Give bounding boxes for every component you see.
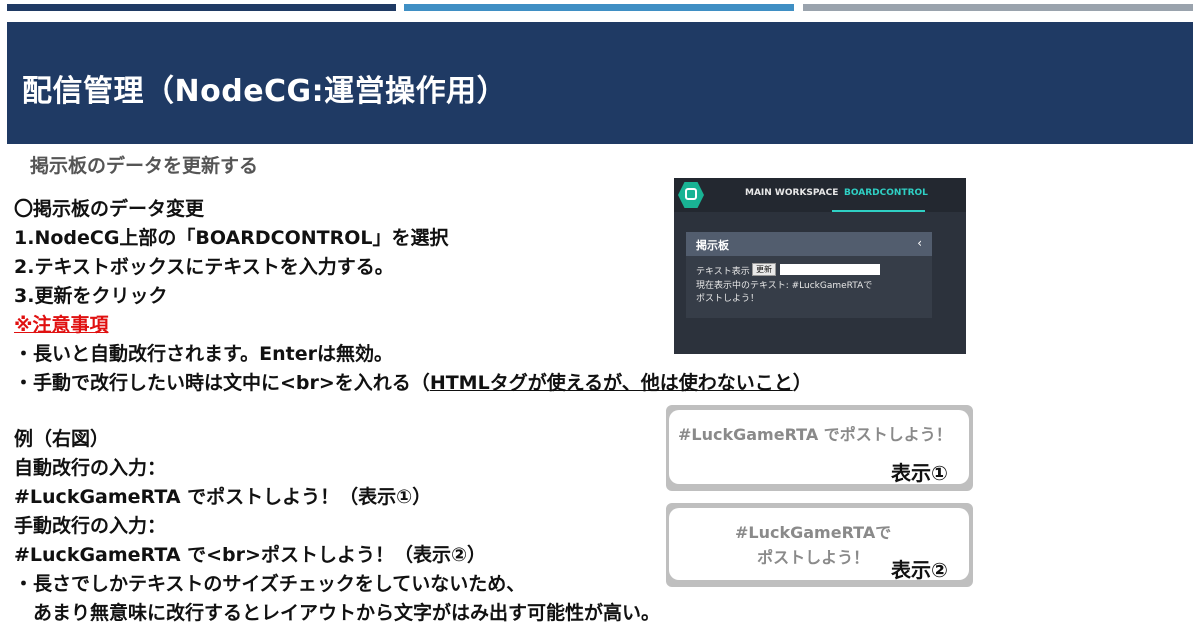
top-accent-bar-left	[7, 4, 396, 11]
example-display-2-card: #LuckGameRTAで ポストしよう！ 表示②	[669, 508, 969, 582]
example-display-1-text: #LuckGameRTA でポストしよう！	[678, 425, 952, 444]
example-display-2-line-2: ポストしよう！	[757, 548, 870, 567]
nodecg-logo-icon	[678, 182, 704, 208]
note-size-check: ・長さでしかテキストのサイズチェックをしていないため、	[14, 573, 526, 595]
chevron-left-icon[interactable]: ‹	[917, 236, 922, 250]
text-display-label: テキスト表示	[696, 267, 750, 277]
example-display-2-text: #LuckGameRTAで ポストしよう！	[735, 520, 891, 570]
note-manual-prefix: ・手動で改行したい時は文中に<br>を入れる（	[14, 372, 430, 394]
nodecg-dashboard-screenshot: MAIN WORKSPACE BOARDCONTROL 掲示板 ‹ テキスト表示…	[674, 178, 966, 354]
example-display-2-label: 表示②	[891, 558, 948, 582]
board-panel: 掲示板 ‹ テキスト表示 更新 現在表示中のテキスト: #LuckGameRTA…	[686, 232, 932, 318]
text-display-input[interactable]	[780, 264, 880, 275]
caution-heading: ※注意事項	[14, 314, 109, 336]
current-text-display: 現在表示中のテキスト: #LuckGameRTAで ポストしよう！	[696, 280, 872, 306]
manual-break-input: #LuckGameRTA で<br>ポストしよう！（表示②）	[14, 544, 487, 566]
example-display-1: #LuckGameRTA でポストしよう！ 表示①	[666, 405, 973, 491]
update-button[interactable]: 更新	[752, 263, 776, 276]
auto-wrap-input: #LuckGameRTA でポストしよう！（表示①）	[14, 486, 432, 508]
example-display-2-line-1: #LuckGameRTAで	[735, 523, 892, 542]
top-accent-bar-right	[803, 4, 1193, 11]
note-overflow: あまり無意味に改行するとレイアウトから文字がはみ出す可能性が高い。	[14, 602, 661, 624]
current-text-line-2: ポストしよう！	[696, 294, 760, 304]
note-manual-suffix: ）	[792, 372, 812, 394]
step-1: 1.NodeCG上部の「BOARDCONTROL」を選択	[14, 227, 449, 249]
tab-main-workspace[interactable]: MAIN WORKSPACE	[745, 188, 838, 198]
manual-break-label: 手動改行の入力：	[14, 515, 167, 537]
example-display-2: #LuckGameRTAで ポストしよう！ 表示②	[666, 503, 973, 587]
board-panel-header[interactable]: 掲示板 ‹	[686, 232, 932, 256]
section-heading: 〇掲示板のデータ変更	[14, 198, 205, 220]
example-display-1-card: #LuckGameRTA でポストしよう！ 表示①	[669, 410, 969, 485]
example-heading: 例（右図）	[14, 428, 110, 450]
board-panel-title: 掲示板	[696, 239, 729, 252]
slide-title: 配信管理（NodeCG:運営操作用）	[22, 74, 508, 109]
tab-active-indicator	[832, 210, 925, 212]
auto-wrap-label: 自動改行の入力：	[14, 457, 167, 479]
example-display-1-label: 表示①	[891, 461, 948, 485]
current-text-line-1: 現在表示中のテキスト: #LuckGameRTAで	[696, 281, 873, 291]
slide-subtitle: 掲示板のデータを更新する	[30, 155, 259, 177]
step-2: 2.テキストボックスにテキストを入力する。	[14, 256, 394, 278]
tab-boardcontrol[interactable]: BOARDCONTROL	[844, 188, 928, 198]
note-manual-underlined: HTMLタグが使えるが、他は使わないこと	[429, 372, 793, 394]
note-auto-wrap: ・長いと自動改行されます。Enterは無効。	[14, 343, 393, 365]
step-3: 3.更新をクリック	[14, 285, 168, 307]
nodecg-navbar: MAIN WORKSPACE BOARDCONTROL	[674, 178, 966, 212]
note-manual-break: ・手動で改行したい時は文中に<br>を入れる（HTMLタグが使えるが、他は使わな…	[14, 369, 812, 398]
top-accent-bar-middle	[404, 4, 794, 11]
